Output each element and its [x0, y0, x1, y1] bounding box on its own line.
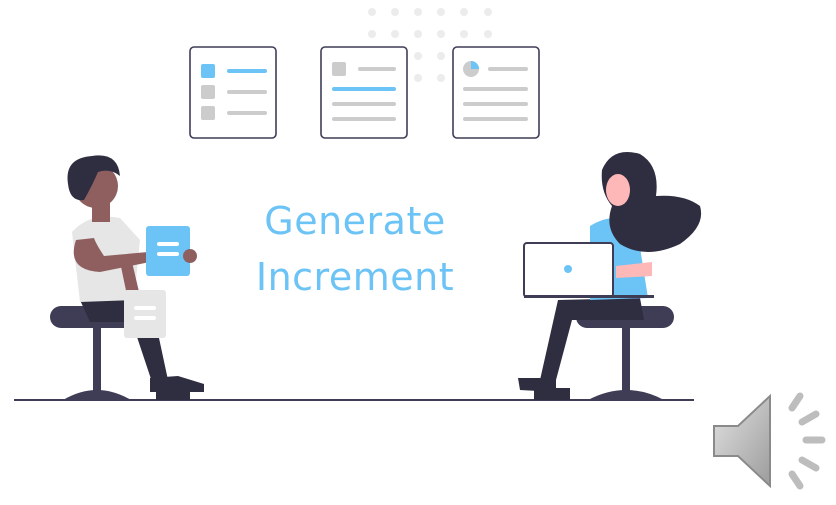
audio-speaker-icon[interactable]	[708, 382, 836, 500]
card-document-icon	[320, 46, 408, 139]
headline-line-2: Increment	[255, 255, 455, 299]
woman-with-laptop-figure	[518, 152, 702, 400]
man-with-document-figure	[50, 155, 204, 400]
card-list-icon	[189, 46, 277, 139]
card-pie-chart-icon	[452, 46, 540, 139]
headline-line-1: Generate	[264, 199, 446, 243]
